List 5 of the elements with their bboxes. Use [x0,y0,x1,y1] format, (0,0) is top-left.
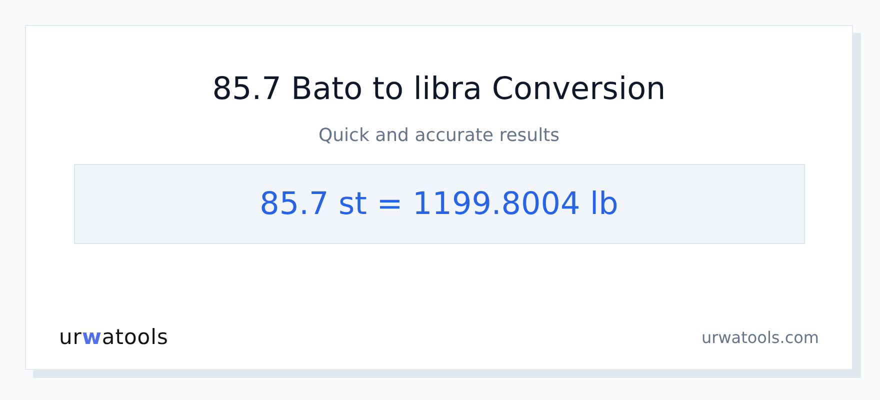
subtitle: Quick and accurate results [318,124,560,148]
site-url: urwatools.com [702,328,819,346]
result-text: 85.7 st = 1199.8004 lb [260,186,618,222]
page-title: 85.7 Bato to libra Conversion [212,70,666,109]
logo: urwatools [59,325,168,349]
